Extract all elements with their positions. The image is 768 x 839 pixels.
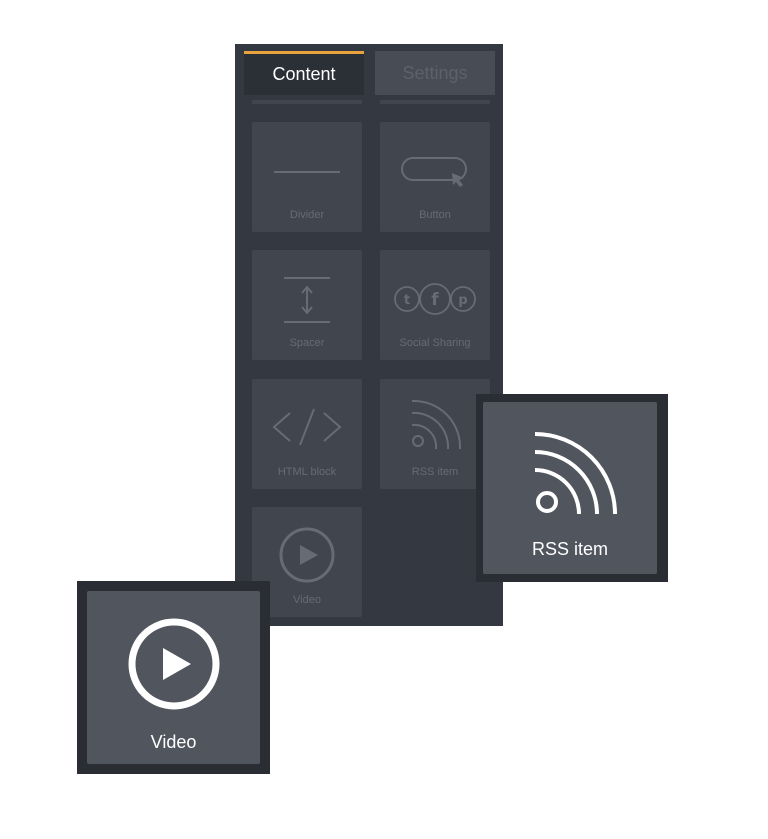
block-spacer[interactable]: Spacer xyxy=(252,250,362,360)
zoom-video-frame: Video xyxy=(77,581,270,774)
block-tile-partial xyxy=(252,100,362,104)
zoom-rss-label: RSS item xyxy=(531,539,609,559)
zoom-rss-frame: RSS item xyxy=(476,394,668,582)
block-label: Spacer xyxy=(289,337,325,349)
svg-text:f: f xyxy=(431,290,439,310)
zoom-video-label: Video xyxy=(150,732,197,752)
block-label: RSS item xyxy=(411,466,459,478)
block-button[interactable]: Button xyxy=(380,122,490,232)
block-label: Social Sharing xyxy=(399,337,471,349)
block-label: Divider xyxy=(289,209,325,221)
zoom-video-tile[interactable]: Video xyxy=(87,591,260,764)
tab-settings[interactable]: Settings xyxy=(375,51,495,95)
svg-text:t: t xyxy=(404,293,410,308)
block-social-sharing[interactable]: t f p Social Sharing xyxy=(380,250,490,360)
block-label: Button xyxy=(419,209,451,221)
svg-text:p: p xyxy=(458,293,467,308)
block-label: HTML block xyxy=(277,466,337,478)
content-panel: Content Settings Divider Button Spacer t… xyxy=(235,44,503,626)
block-tile-partial xyxy=(380,100,490,104)
block-html[interactable]: HTML block xyxy=(252,379,362,489)
block-divider[interactable]: Divider xyxy=(252,122,362,232)
zoom-rss-tile[interactable]: RSS item xyxy=(483,402,657,574)
block-rss[interactable]: RSS item xyxy=(380,379,490,489)
tab-content[interactable]: Content xyxy=(244,51,364,95)
